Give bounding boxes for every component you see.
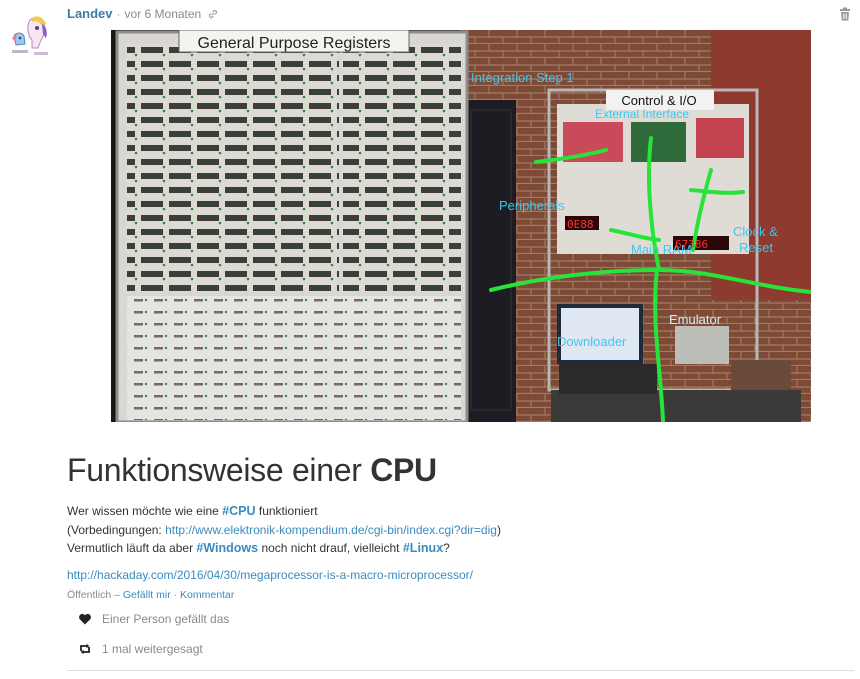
hashtag-linux[interactable]: #Linux	[403, 541, 443, 555]
reshares-row[interactable]: 1 mal weitergesagt	[78, 642, 203, 656]
image-label-control: Control & I/O	[621, 93, 696, 108]
heart-icon	[79, 613, 91, 625]
post-title: Funktionsweise einer CPU	[67, 452, 437, 489]
body-line-2: (Vorbedingungen: http://www.elektronik-k…	[67, 521, 501, 540]
body-line-1: Wer wissen möchte wie eine #CPU funktion…	[67, 502, 501, 521]
avatar[interactable]	[8, 14, 56, 60]
header-separator: ·	[116, 6, 121, 21]
image-label-external: External Interface	[595, 107, 689, 121]
pony-avatar-icon	[12, 16, 48, 55]
image-label-clock: Clock &	[733, 224, 778, 239]
reshare-icon	[80, 643, 90, 655]
body-text-segment: )	[496, 522, 501, 537]
post-title-plain: Funktionsweise einer	[67, 452, 371, 488]
post-meta: Öffentlich – Gefällt mir · Kommentar	[67, 589, 234, 601]
image-label-reset: Reset	[739, 240, 773, 255]
image-label-integration: Integration Step 1	[471, 70, 574, 85]
body-text-segment: (Vorbedingungen:	[67, 522, 166, 537]
likes-count: Einer Person gefällt das	[102, 612, 230, 626]
post-timestamp[interactable]: vor 6 Monaten	[125, 7, 202, 21]
image-label-emulator: Emulator	[669, 312, 722, 327]
body-text-segment: ?	[443, 541, 450, 555]
comment-button[interactable]: Kommentar	[180, 589, 234, 601]
body-text-segment: funktioniert	[255, 504, 318, 518]
post-divider	[67, 670, 854, 671]
image-label-peripherals: Peripherals	[499, 198, 565, 213]
hashtag-windows[interactable]: #Windows	[196, 541, 258, 555]
post-title-bold: CPU	[370, 452, 437, 488]
image-display-2: 67386	[675, 238, 708, 251]
body-text-segment: Wer wissen möchte wie eine	[67, 504, 223, 518]
meta-separator: –	[111, 589, 123, 601]
post-header: Landev · vor 6 Monaten	[67, 6, 219, 21]
source-link[interactable]: http://hackaday.com/2016/04/30/megaproce…	[67, 568, 473, 582]
link-icon[interactable]	[207, 8, 219, 20]
reshares-count: 1 mal weitergesagt	[102, 642, 203, 656]
body-text-segment: noch nicht drauf, vielleicht	[258, 541, 403, 555]
image-label-registers: General Purpose Registers	[198, 35, 391, 52]
post-body: Wer wissen möchte wie eine #CPU funktion…	[67, 502, 501, 558]
body-line-3: Vermutlich läuft da aber #Windows noch n…	[67, 539, 501, 558]
image-display-1: 0E88	[567, 218, 594, 231]
post-image[interactable]: General Purpose Registers Control & I/O …	[111, 30, 811, 422]
hashtag-cpu[interactable]: #CPU	[222, 504, 255, 518]
image-label-downloader: Downloader	[557, 334, 627, 349]
author-link[interactable]: Landev	[67, 6, 113, 21]
body-text-segment: Vermutlich läuft da aber	[67, 541, 197, 555]
prerequisite-link[interactable]: http://www.elektronik-kompendium.de/cgi-…	[165, 523, 497, 537]
likes-row[interactable]: Einer Person gefällt das	[78, 612, 229, 626]
trash-icon[interactable]	[839, 7, 851, 21]
visibility-label: Öffentlich	[67, 589, 112, 601]
like-button[interactable]: Gefällt mir	[123, 589, 171, 601]
meta-separator: ·	[170, 589, 181, 601]
